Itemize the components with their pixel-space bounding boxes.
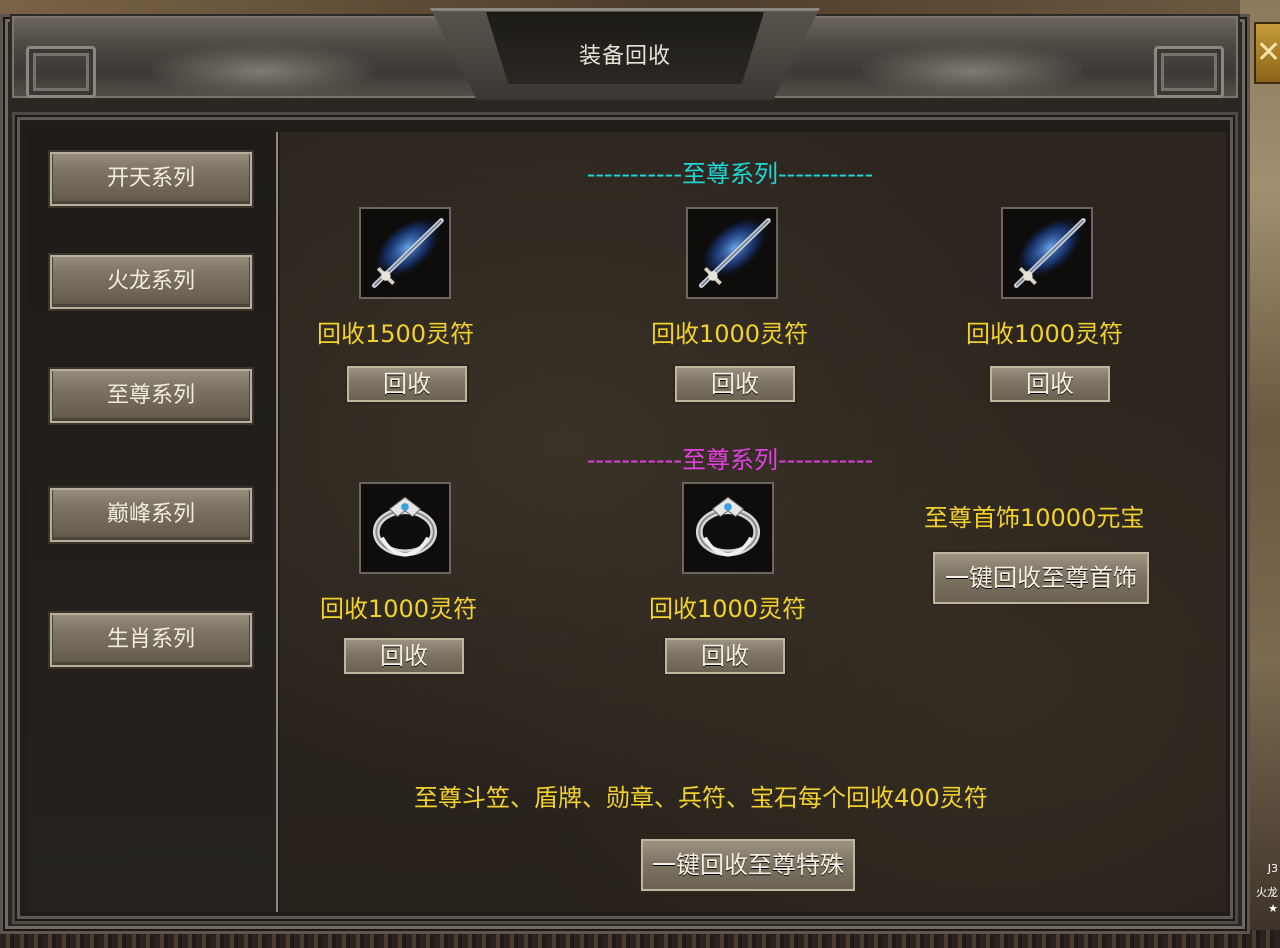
sidebar-item-huolong[interactable]: 火龙系列 xyxy=(48,253,254,311)
recycle-button-label: 回收 xyxy=(383,370,431,398)
dragon-ornament-icon xyxy=(862,44,1082,98)
recycle-button-label: 回收 xyxy=(1026,370,1074,398)
item-cost: 回收1000灵符 xyxy=(966,320,1124,348)
recycle-button[interactable]: 回收 xyxy=(342,636,466,676)
world-label: ★ xyxy=(1268,902,1278,915)
close-button[interactable]: ✕ xyxy=(1254,22,1280,84)
sword-icon[interactable] xyxy=(686,207,778,299)
recycle-button[interactable]: 回收 xyxy=(673,364,797,404)
recycle-button[interactable]: 回收 xyxy=(663,636,787,676)
item-cost: 回收1000灵符 xyxy=(651,320,809,348)
bulk-recycle-accessories-button[interactable]: 一键回收至尊首饰 xyxy=(931,550,1151,606)
bulk-recycle-special-button[interactable]: 一键回收至尊特殊 xyxy=(639,837,857,893)
bulk-recycle-accessories-label: 一键回收至尊首饰 xyxy=(945,564,1137,592)
section-heading-weapons: -----------至尊系列----------- xyxy=(586,160,874,188)
ring-icon[interactable] xyxy=(682,482,774,574)
knot-ornament-icon xyxy=(1154,46,1224,98)
world-label: 火龙 xyxy=(1256,886,1278,899)
world-label: J3 xyxy=(1267,862,1278,875)
knot-ornament-icon xyxy=(26,46,96,98)
recycle-button-label: 回收 xyxy=(701,642,749,670)
item-cost: 回收1000灵符 xyxy=(649,595,807,623)
bulk-accessory-note: 至尊首饰10000元宝 xyxy=(924,504,1145,532)
sidebar-item-dianfeng[interactable]: 巅峰系列 xyxy=(48,486,254,544)
sword-icon[interactable] xyxy=(1001,207,1093,299)
item-cost: 回收1500灵符 xyxy=(317,320,475,348)
dragon-ornament-icon xyxy=(152,44,372,98)
sidebar-item-zhizun[interactable]: 至尊系列 xyxy=(48,367,254,425)
section-heading-accessories: -----------至尊系列----------- xyxy=(586,446,874,474)
item-cost: 回收1000灵符 xyxy=(320,595,478,623)
bulk-recycle-special-label: 一键回收至尊特殊 xyxy=(652,851,844,879)
window-title: 装备回收 xyxy=(578,44,671,69)
recycle-button[interactable]: 回收 xyxy=(988,364,1112,404)
ring-icon[interactable] xyxy=(359,482,451,574)
special-recycle-note: 至尊斗笠、盾牌、勋章、兵符、宝石每个回收400灵符 xyxy=(414,784,988,812)
recycle-button[interactable]: 回收 xyxy=(345,364,469,404)
sidebar-item-kaitian[interactable]: 开天系列 xyxy=(48,150,254,208)
sword-icon[interactable] xyxy=(359,207,451,299)
recycle-button-label: 回收 xyxy=(711,370,759,398)
recycle-button-label: 回收 xyxy=(380,642,428,670)
sidebar-item-shengxiao[interactable]: 生肖系列 xyxy=(48,611,254,669)
